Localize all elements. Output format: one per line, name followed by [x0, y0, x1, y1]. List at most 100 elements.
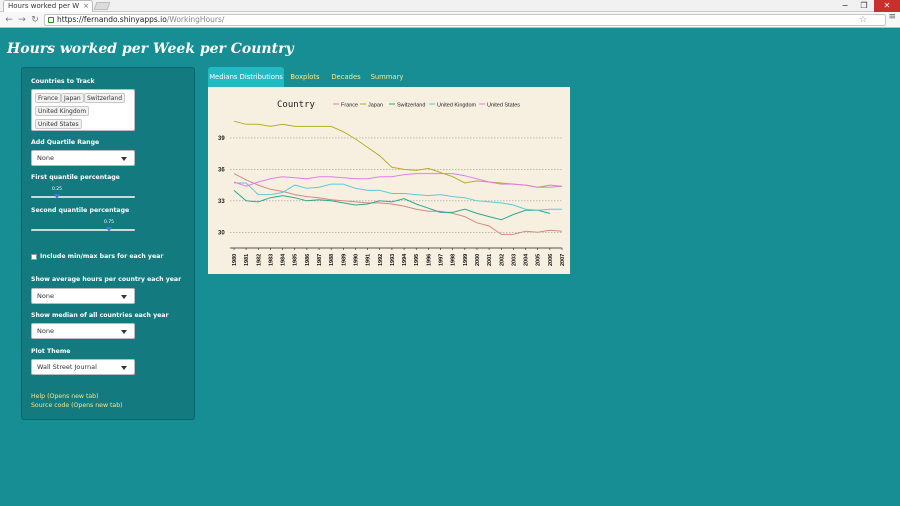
- x-tick-label: 1994: [402, 253, 408, 266]
- slider-value: 0.25: [51, 187, 63, 192]
- x-tick-label: 2000: [475, 254, 481, 266]
- x-tick-label: 1995: [414, 254, 420, 266]
- url-text: https://fernando.shinyapps.io/WorkingHou…: [57, 15, 224, 25]
- url-path: /WorkingHours/: [166, 15, 225, 24]
- country-chip[interactable]: Switzerland: [84, 93, 125, 103]
- country-chip[interactable]: United Kingdom: [35, 106, 90, 116]
- reload-icon[interactable]: ↻: [29, 14, 41, 26]
- back-arrow-icon[interactable]: ←: [3, 14, 15, 26]
- average-label: Show average hours per country each year: [31, 276, 182, 283]
- source-code-link[interactable]: Source code (Opens new tab): [31, 402, 123, 409]
- second-quartile-label: Second quantile percentage: [31, 207, 130, 214]
- series-line-france: [233, 173, 563, 235]
- tab-decades[interactable]: Decades: [328, 67, 364, 87]
- first-quartile-label: First quantile percentage: [31, 174, 120, 181]
- country-chip[interactable]: United States: [35, 119, 82, 129]
- countries-multiselect[interactable]: France Japan Switzerland United Kingdom …: [31, 89, 135, 131]
- help-link[interactable]: Help (Opens new tab): [31, 393, 99, 400]
- slider-value: 0.75: [103, 220, 115, 225]
- quartile-select-value: None: [37, 154, 54, 162]
- second-quartile-slider[interactable]: 0.75: [31, 220, 135, 236]
- first-quartile-slider[interactable]: 0.25: [31, 187, 135, 203]
- series-line-united-kingdom: [234, 182, 562, 211]
- legend-item: United Kingdom: [437, 103, 477, 109]
- close-window-icon[interactable]: ✕: [874, 0, 900, 12]
- x-tick-label: 2002: [499, 254, 505, 266]
- sidebar-panel: Countries to Track France Japan Switzerl…: [21, 67, 195, 420]
- legend-item: Switzerland: [397, 103, 425, 109]
- median-select[interactable]: None: [31, 323, 135, 339]
- tab-summary[interactable]: Summary: [368, 67, 406, 87]
- minmax-checkbox[interactable]: [31, 254, 37, 260]
- quartile-label: Add Quartile Range: [31, 139, 100, 146]
- theme-select[interactable]: Wall Street Journal: [31, 359, 135, 375]
- slider-handle[interactable]: [106, 227, 112, 232]
- x-tick-label: 2001: [487, 254, 493, 266]
- x-tick-label: 2005: [536, 254, 542, 266]
- x-tick-label: 1990: [353, 254, 359, 266]
- legend-title: Country: [277, 100, 316, 110]
- x-tick-label: 2004: [524, 253, 530, 266]
- median-select-value: None: [37, 327, 54, 335]
- x-tick-label: 1991: [366, 254, 372, 266]
- x-tick-label: 1997: [439, 254, 445, 266]
- tab-medians-distributions[interactable]: Medians Distributions: [208, 67, 284, 87]
- close-tab-icon[interactable]: ×: [83, 1, 89, 12]
- series-line-switzerland: [233, 190, 551, 221]
- minmax-label: Include min/max bars for each year: [40, 253, 164, 260]
- browser-tab-title: Hours worked per W: [8, 2, 80, 10]
- browser-toolbar: ← → ↻ https://fernando.shinyapps.io/Work…: [0, 12, 900, 28]
- y-tick-label: 39: [218, 136, 225, 142]
- theme-select-value: Wall Street Journal: [37, 363, 97, 371]
- x-tick-label: 1985: [293, 254, 299, 266]
- slider-track: [31, 229, 135, 231]
- y-tick-label: 30: [218, 230, 225, 236]
- chevron-down-icon: [121, 157, 127, 161]
- x-tick-label: 1984: [281, 253, 287, 266]
- x-tick-label: 1996: [426, 254, 432, 266]
- legend-item: France: [341, 103, 358, 109]
- series-line-japan: [233, 120, 563, 188]
- theme-label: Plot Theme: [31, 348, 71, 355]
- median-label: Show median of all countries each year: [31, 312, 169, 319]
- tab-boxplots[interactable]: Boxplots: [287, 67, 323, 87]
- forward-arrow-icon[interactable]: →: [16, 14, 28, 26]
- series-line-united-states: [233, 173, 563, 188]
- quartile-select[interactable]: None: [31, 150, 135, 166]
- bookmark-star-icon[interactable]: ☆: [859, 15, 867, 25]
- y-tick-label: 33: [218, 199, 225, 205]
- average-select[interactable]: None: [31, 288, 135, 304]
- average-select-value: None: [37, 292, 54, 300]
- address-bar[interactable]: https://fernando.shinyapps.io/WorkingHou…: [44, 14, 886, 26]
- chevron-down-icon: [121, 366, 127, 370]
- browser-tab[interactable]: Hours worked per W ×: [3, 0, 93, 12]
- x-tick-label: 1993: [390, 254, 396, 266]
- y-tick-label: 36: [218, 167, 225, 173]
- browser-tabstrip: Hours worked per W × − ❐ ✕: [0, 0, 900, 12]
- country-chip[interactable]: France: [35, 93, 61, 103]
- x-tick-label: 1986: [305, 254, 311, 266]
- new-tab-button[interactable]: [93, 2, 111, 10]
- medians-chart: Country France Japan Switzerland United King…: [208, 87, 570, 274]
- x-tick-label: 1980: [232, 254, 238, 266]
- country-chip[interactable]: Japan: [61, 93, 84, 103]
- x-tick-label: 2007: [560, 254, 566, 266]
- x-tick-label: 1983: [268, 254, 274, 266]
- maximize-icon[interactable]: ❐: [855, 0, 873, 12]
- page-title: Hours worked per Week per Country: [7, 41, 294, 57]
- countries-label: Countries to Track: [31, 78, 95, 85]
- browser-menu-icon[interactable]: ≡: [888, 12, 896, 22]
- url-host: https://fernando.shinyapps.io: [57, 15, 167, 24]
- x-tick-label: 1982: [256, 254, 262, 266]
- x-tick-label: 1988: [329, 254, 335, 266]
- slider-handle[interactable]: [54, 194, 60, 199]
- minimize-icon[interactable]: −: [836, 0, 854, 12]
- lock-icon: [48, 17, 54, 23]
- x-tick-label: 2006: [548, 254, 554, 266]
- legend-item: United States: [487, 103, 520, 109]
- x-tick-label: 2003: [511, 254, 517, 266]
- x-tick-label: 1999: [463, 254, 469, 266]
- x-tick-label: 1992: [378, 254, 384, 266]
- x-tick-label: 1998: [451, 254, 457, 266]
- chart-svg: Country France Japan Switzerland United King…: [218, 100, 566, 266]
